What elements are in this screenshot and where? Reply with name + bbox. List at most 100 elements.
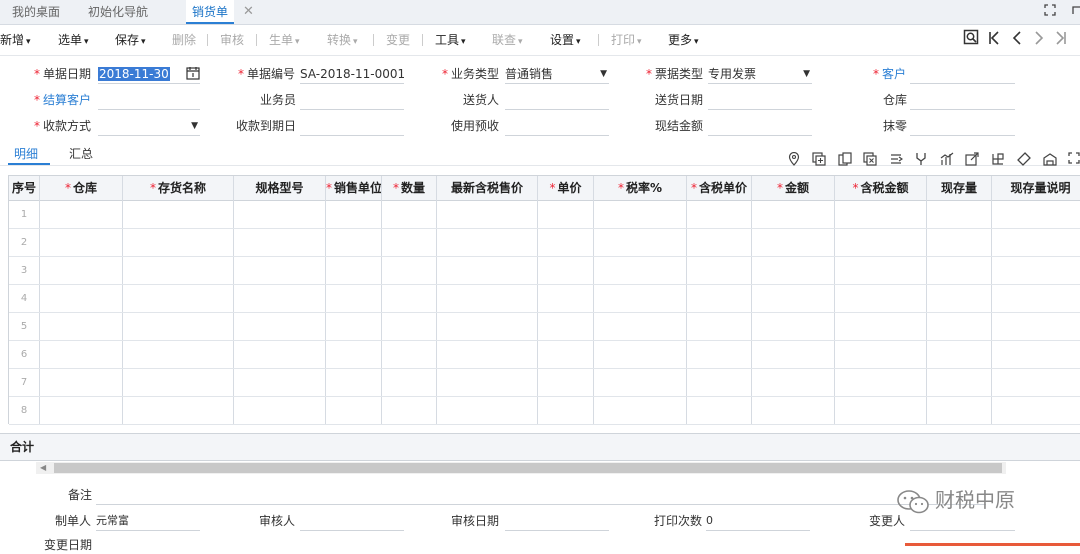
doc-no-field[interactable]: SA-2018-11-0001	[300, 65, 404, 84]
settle-customer-field[interactable]	[98, 91, 200, 110]
delete-button[interactable]: 删除	[172, 25, 196, 55]
tools-button[interactable]: 工具 ▾	[435, 25, 466, 55]
audit-date-field	[505, 512, 609, 531]
doc-date-label: * 单据日期	[34, 67, 92, 81]
row-number: 4	[20, 293, 28, 304]
close-icon[interactable]: ✕	[243, 0, 254, 24]
tag-icon[interactable]	[1016, 152, 1032, 168]
export-icon[interactable]	[964, 152, 980, 168]
wechat-icon	[895, 489, 931, 515]
search-icon[interactable]	[962, 28, 980, 52]
table-row[interactable]: 5	[9, 313, 1080, 341]
table-row[interactable]: 2	[9, 229, 1080, 257]
tab-bar: 我的桌面 初始化导航 销货单 ✕	[0, 0, 1080, 25]
scroll-left-icon[interactable]: ◀	[40, 462, 46, 474]
convert-button[interactable]: 转换 ▾	[327, 25, 358, 55]
table-row[interactable]: 3	[9, 257, 1080, 285]
chevron-down-icon: ▼	[803, 69, 810, 79]
table-row[interactable]: 8	[9, 397, 1080, 425]
detail-grid: 序号 * 仓库 * 存货名称 规格型号 * 销售单位 * 数量 最新含税售价 * 单价 *…	[8, 175, 1080, 425]
settle-customer-label[interactable]: * 结算客户	[34, 91, 91, 109]
remark-label: 备注	[68, 488, 93, 502]
table-row[interactable]: 4	[9, 285, 1080, 313]
toolbar-divider	[256, 34, 257, 46]
split-icon[interactable]	[913, 152, 929, 168]
print-count-label: 打印次数	[654, 514, 703, 528]
table-row[interactable]: 6	[9, 341, 1080, 369]
remark-field[interactable]	[96, 486, 986, 505]
watermark-text: 财税中原	[935, 488, 1015, 512]
table-row[interactable]: 1	[9, 201, 1080, 229]
col-header-stock-desc[interactable]: 现存量说明	[992, 176, 1080, 201]
invoice-type-select[interactable]: 专用发票 ▼	[708, 65, 812, 84]
row-number: 3	[20, 265, 28, 276]
tab-my-desktop[interactable]: 我的桌面	[12, 0, 60, 24]
creator-label: 制单人	[55, 514, 92, 528]
warehouse-field[interactable]	[910, 91, 1015, 110]
batch-icon[interactable]	[888, 152, 904, 168]
auditor-label: 审核人	[259, 514, 296, 528]
cash-amount-field[interactable]	[708, 117, 812, 136]
biz-type-label: * 业务类型	[442, 67, 500, 81]
creator-field: 元常富	[96, 512, 200, 531]
toolbar: 新增 ▾ 选单 ▾ 保存 ▾ 删除 审核 生单 ▾ 转换 ▾ 变更 工具 ▾ 联查 ▾ 设置 ▾…	[0, 25, 1080, 56]
query-button[interactable]: 联查 ▾	[492, 25, 523, 55]
row-number: 7	[20, 377, 28, 388]
change-button[interactable]: 变更	[386, 25, 410, 55]
salesman-field[interactable]	[300, 91, 404, 110]
first-record-icon[interactable]	[985, 28, 1003, 52]
warehouse-label: 仓库	[883, 93, 908, 107]
customer-label[interactable]: * 客户	[873, 65, 906, 83]
chart-icon[interactable]	[939, 152, 955, 168]
collapse-icon[interactable]	[1066, 2, 1080, 22]
tab-init-guide[interactable]: 初始化导航	[88, 0, 148, 24]
total-row: 合计	[0, 433, 1080, 461]
more-button[interactable]: 更多 ▾	[668, 25, 699, 55]
payment-method-label: * 收款方式	[34, 119, 92, 133]
tab-sales-delivery[interactable]: 销货单	[186, 0, 235, 24]
settings-button[interactable]: 设置 ▾	[550, 25, 581, 55]
audit-button[interactable]: 审核	[220, 25, 244, 55]
doc-date-field[interactable]: 2018-11-30	[98, 65, 200, 84]
row-number: 5	[20, 321, 28, 332]
select-order-button[interactable]: 选单 ▾	[58, 25, 89, 55]
cash-amount-label: 现结金额	[655, 119, 704, 133]
toolbar-divider	[373, 34, 374, 46]
biz-type-select[interactable]: 普通销售 ▼	[505, 65, 609, 84]
location-icon[interactable]	[786, 151, 802, 168]
deliverer-field[interactable]	[505, 91, 609, 110]
auditor-field	[300, 512, 404, 531]
copy-row-icon[interactable]	[837, 152, 853, 168]
new-button[interactable]: 新增 ▾	[0, 25, 31, 55]
fullscreen-icon[interactable]	[1066, 152, 1080, 168]
layout-icon[interactable]	[990, 152, 1006, 168]
customer-field[interactable]	[910, 65, 1015, 84]
calendar-icon[interactable]	[186, 66, 200, 83]
last-record-icon[interactable]	[1052, 28, 1070, 52]
warehouse-icon[interactable]	[1042, 152, 1058, 168]
toolbar-divider	[207, 34, 208, 46]
modify-date-label: 变更日期	[44, 538, 93, 552]
payment-method-select[interactable]: ▼	[98, 117, 200, 136]
generate-button[interactable]: 生单 ▾	[269, 25, 300, 55]
delete-row-icon[interactable]	[862, 152, 878, 168]
print-button[interactable]: 打印 ▾	[611, 25, 642, 55]
next-record-icon[interactable]	[1030, 28, 1048, 52]
tab-detail[interactable]: 明细	[14, 146, 38, 162]
save-button[interactable]: 保存 ▾	[115, 25, 146, 55]
chevron-down-icon: ▼	[191, 121, 198, 131]
audit-date-label: 审核日期	[451, 514, 500, 528]
tab-summary[interactable]: 汇总	[69, 146, 93, 162]
use-prepay-field[interactable]	[505, 117, 609, 136]
add-row-icon[interactable]	[811, 152, 827, 168]
previous-record-icon[interactable]	[1008, 28, 1026, 52]
deliverer-label: 送货人	[463, 93, 500, 107]
row-number: 8	[20, 405, 28, 416]
round-off-field[interactable]	[910, 117, 1015, 136]
delivery-date-field[interactable]	[708, 91, 812, 110]
due-date-field[interactable]	[300, 117, 404, 136]
maximize-icon[interactable]	[1040, 2, 1060, 22]
scrollbar-thumb[interactable]	[54, 463, 1002, 473]
table-row[interactable]: 7	[9, 369, 1080, 397]
horizontal-scrollbar[interactable]: ◀	[36, 462, 1006, 474]
